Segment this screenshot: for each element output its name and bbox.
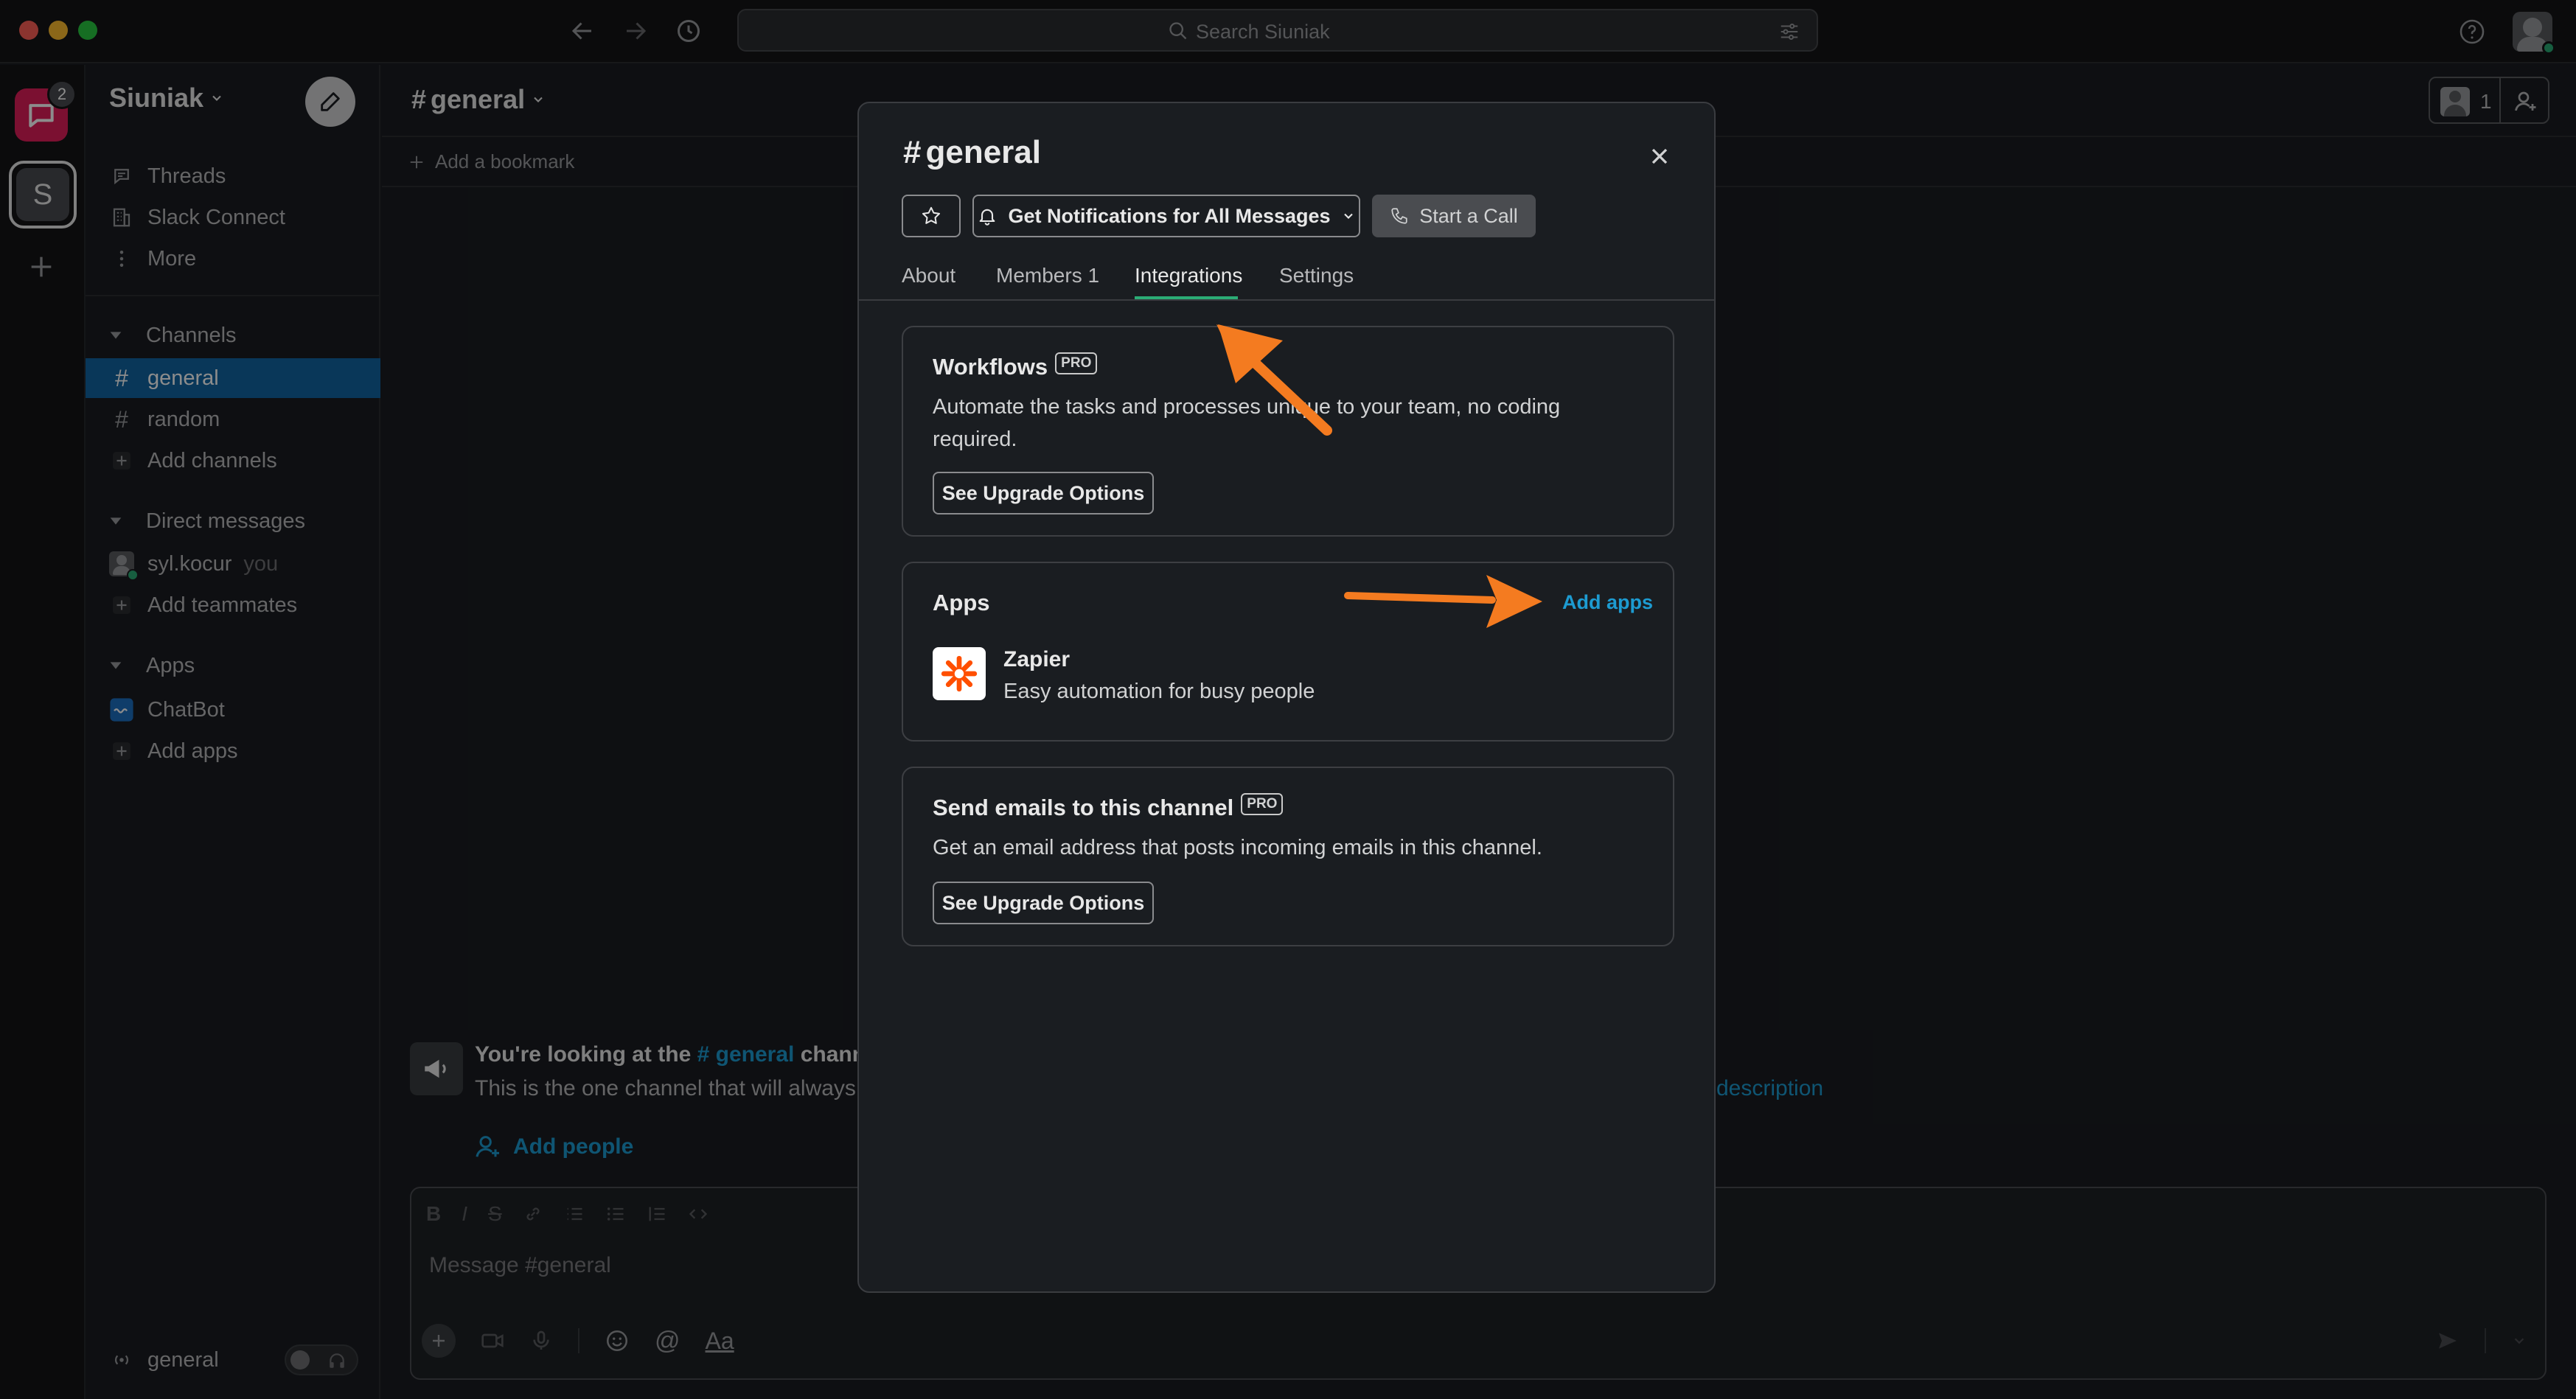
annotation-arrows	[1216, 324, 1542, 628]
arrow-to-integrations-tab	[1216, 324, 1332, 436]
arrow-to-add-apps-link	[1344, 575, 1542, 628]
